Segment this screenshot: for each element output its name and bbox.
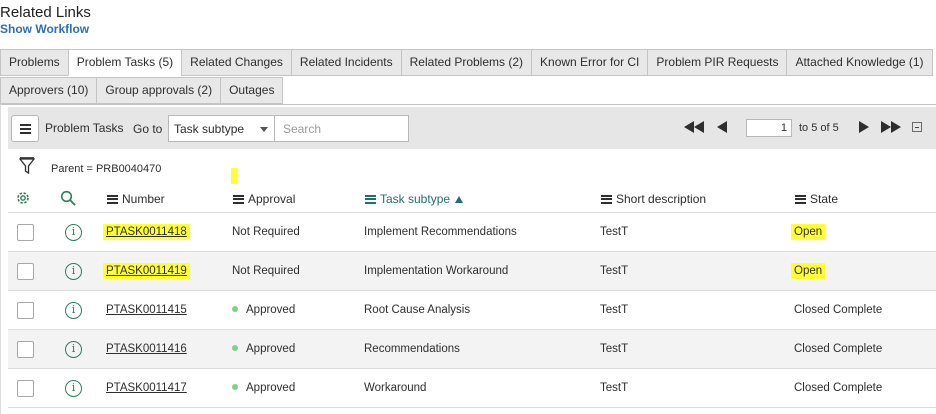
column-header-task-subtype[interactable]: Task subtype bbox=[365, 186, 464, 212]
highlight-mark bbox=[231, 168, 237, 184]
column-menu-icon[interactable] bbox=[795, 194, 806, 204]
sort-ascending-icon bbox=[455, 195, 464, 203]
tab-related-incidents[interactable]: Related Incidents bbox=[290, 49, 402, 76]
row-checkbox[interactable] bbox=[17, 302, 34, 319]
menu-icon[interactable] bbox=[11, 115, 39, 142]
list-toolbar: Problem Tasks Go to Task subtype to 5 of… bbox=[8, 107, 936, 149]
search-icon[interactable] bbox=[60, 190, 76, 206]
gear-icon[interactable] bbox=[15, 190, 31, 206]
approval-cell: Not Required bbox=[232, 226, 300, 238]
tab-known-error-for-ci[interactable]: Known Error for CI bbox=[531, 49, 649, 76]
short-description-cell: TestT bbox=[600, 343, 629, 355]
approved-status-dot bbox=[232, 306, 238, 312]
filter-breadcrumb[interactable]: Parent = PRB0040470 bbox=[51, 163, 161, 175]
search-input[interactable] bbox=[274, 115, 409, 142]
tab-problems[interactable]: Problems bbox=[0, 49, 69, 76]
task-subtype-cell: Implementation Workaround bbox=[364, 265, 509, 277]
task-number-link[interactable]: PTASK0011418 bbox=[103, 224, 190, 240]
approved-status-dot bbox=[232, 345, 238, 351]
next-page-icon[interactable] bbox=[858, 121, 869, 133]
related-lists-tabs-row-2: Approvers (10) Group approvals (2) Outag… bbox=[0, 77, 284, 104]
info-icon[interactable]: i bbox=[65, 224, 82, 241]
column-header-short-description[interactable]: Short description bbox=[601, 186, 706, 212]
page-range-label: to 5 of 5 bbox=[799, 122, 839, 134]
collapse-icon[interactable] bbox=[912, 122, 922, 132]
info-icon[interactable]: i bbox=[65, 341, 82, 358]
chevron-down-icon bbox=[260, 127, 268, 132]
column-menu-icon[interactable] bbox=[107, 194, 118, 204]
column-menu-icon[interactable] bbox=[601, 194, 612, 204]
state-cell: Open bbox=[791, 224, 826, 240]
first-page-icon[interactable] bbox=[683, 121, 705, 133]
goto-label: Go to bbox=[133, 122, 163, 136]
goto-field-select[interactable]: Task subtype bbox=[168, 115, 275, 142]
approval-value: Approved bbox=[246, 382, 296, 394]
task-subtype-cell: Implement Recommendations bbox=[364, 226, 517, 238]
tab-attached-knowledge[interactable]: Attached Knowledge (1) bbox=[786, 49, 933, 76]
row-checkbox[interactable] bbox=[17, 224, 34, 241]
approval-cell: Approved bbox=[232, 330, 295, 369]
table-row: i PTASK0011415 Approved Root Cause Analy… bbox=[8, 291, 936, 330]
task-subtype-cell: Recommendations bbox=[364, 343, 460, 355]
approval-cell: Not Required bbox=[232, 265, 300, 277]
page-number-input[interactable] bbox=[746, 119, 792, 137]
column-menu-icon[interactable] bbox=[233, 194, 244, 204]
column-label: Short description bbox=[616, 192, 707, 206]
tab-outages[interactable]: Outages bbox=[220, 77, 284, 104]
tab-related-changes[interactable]: Related Changes bbox=[181, 49, 292, 76]
short-description-cell: TestT bbox=[600, 265, 629, 277]
row-checkbox[interactable] bbox=[17, 263, 34, 280]
previous-page-icon[interactable] bbox=[717, 121, 728, 133]
column-header-number[interactable]: Number bbox=[107, 186, 165, 212]
task-number-link[interactable]: PTASK0011419 bbox=[103, 263, 190, 279]
state-cell: Closed Complete bbox=[794, 343, 883, 355]
info-icon[interactable]: i bbox=[65, 302, 82, 319]
task-subtype-cell: Root Cause Analysis bbox=[364, 304, 471, 316]
approval-value: Approved bbox=[246, 304, 296, 316]
goto-field-value: Task subtype bbox=[174, 122, 245, 136]
task-number-link[interactable]: PTASK0011415 bbox=[106, 304, 187, 316]
row-checkbox[interactable] bbox=[17, 380, 34, 397]
table-row: i PTASK0011419 Not Required Implementati… bbox=[8, 252, 936, 291]
approval-cell: Approved bbox=[232, 369, 295, 408]
filter-icon[interactable] bbox=[19, 157, 35, 175]
short-description-cell: TestT bbox=[600, 382, 629, 394]
column-label: Task subtype bbox=[380, 192, 451, 206]
last-page-icon[interactable] bbox=[880, 121, 902, 133]
state-cell: Closed Complete bbox=[794, 382, 883, 394]
show-workflow-link[interactable]: Show Workflow bbox=[0, 22, 89, 36]
state-cell: Closed Complete bbox=[794, 304, 883, 316]
tab-related-problems[interactable]: Related Problems (2) bbox=[400, 49, 533, 76]
task-subtype-cell: Workaround bbox=[364, 382, 427, 394]
info-icon[interactable]: i bbox=[65, 380, 82, 397]
approval-value: Approved bbox=[246, 343, 296, 355]
row-checkbox[interactable] bbox=[17, 341, 34, 358]
tab-problem-tasks[interactable]: Problem Tasks (5) bbox=[67, 49, 183, 76]
column-menu-icon[interactable] bbox=[365, 194, 376, 204]
table-row: i PTASK0011418 Not Required Implement Re… bbox=[8, 213, 936, 252]
table-row: i PTASK0011417 Approved Workaround TestT… bbox=[8, 369, 936, 408]
task-number-link[interactable]: PTASK0011416 bbox=[106, 343, 187, 355]
column-label: Number bbox=[122, 192, 165, 206]
column-header-state[interactable]: State bbox=[795, 186, 838, 212]
table-row: i PTASK0011416 Approved Recommendations … bbox=[8, 330, 936, 369]
approved-status-dot bbox=[232, 384, 238, 390]
task-number-link[interactable]: PTASK0011417 bbox=[106, 382, 187, 394]
problem-tasks-table: i PTASK0011418 Not Required Implement Re… bbox=[8, 212, 936, 408]
column-header-approval[interactable]: Approval bbox=[233, 186, 295, 212]
tab-problem-pir-requests[interactable]: Problem PIR Requests bbox=[647, 49, 788, 76]
short-description-cell: TestT bbox=[600, 226, 629, 238]
state-cell: Open bbox=[791, 263, 826, 279]
column-label: Approval bbox=[248, 192, 296, 206]
tab-approvers[interactable]: Approvers (10) bbox=[0, 77, 98, 104]
info-icon[interactable]: i bbox=[65, 263, 82, 280]
list-title: Problem Tasks bbox=[45, 121, 124, 135]
column-label: State bbox=[810, 192, 839, 206]
approval-cell: Approved bbox=[232, 291, 295, 330]
short-description-cell: TestT bbox=[600, 304, 629, 316]
related-links-title: Related Links bbox=[0, 4, 91, 21]
related-lists-tabs-row-1: Problems Problem Tasks (5) Related Chang… bbox=[0, 49, 933, 76]
tab-group-approvals[interactable]: Group approvals (2) bbox=[96, 77, 222, 104]
